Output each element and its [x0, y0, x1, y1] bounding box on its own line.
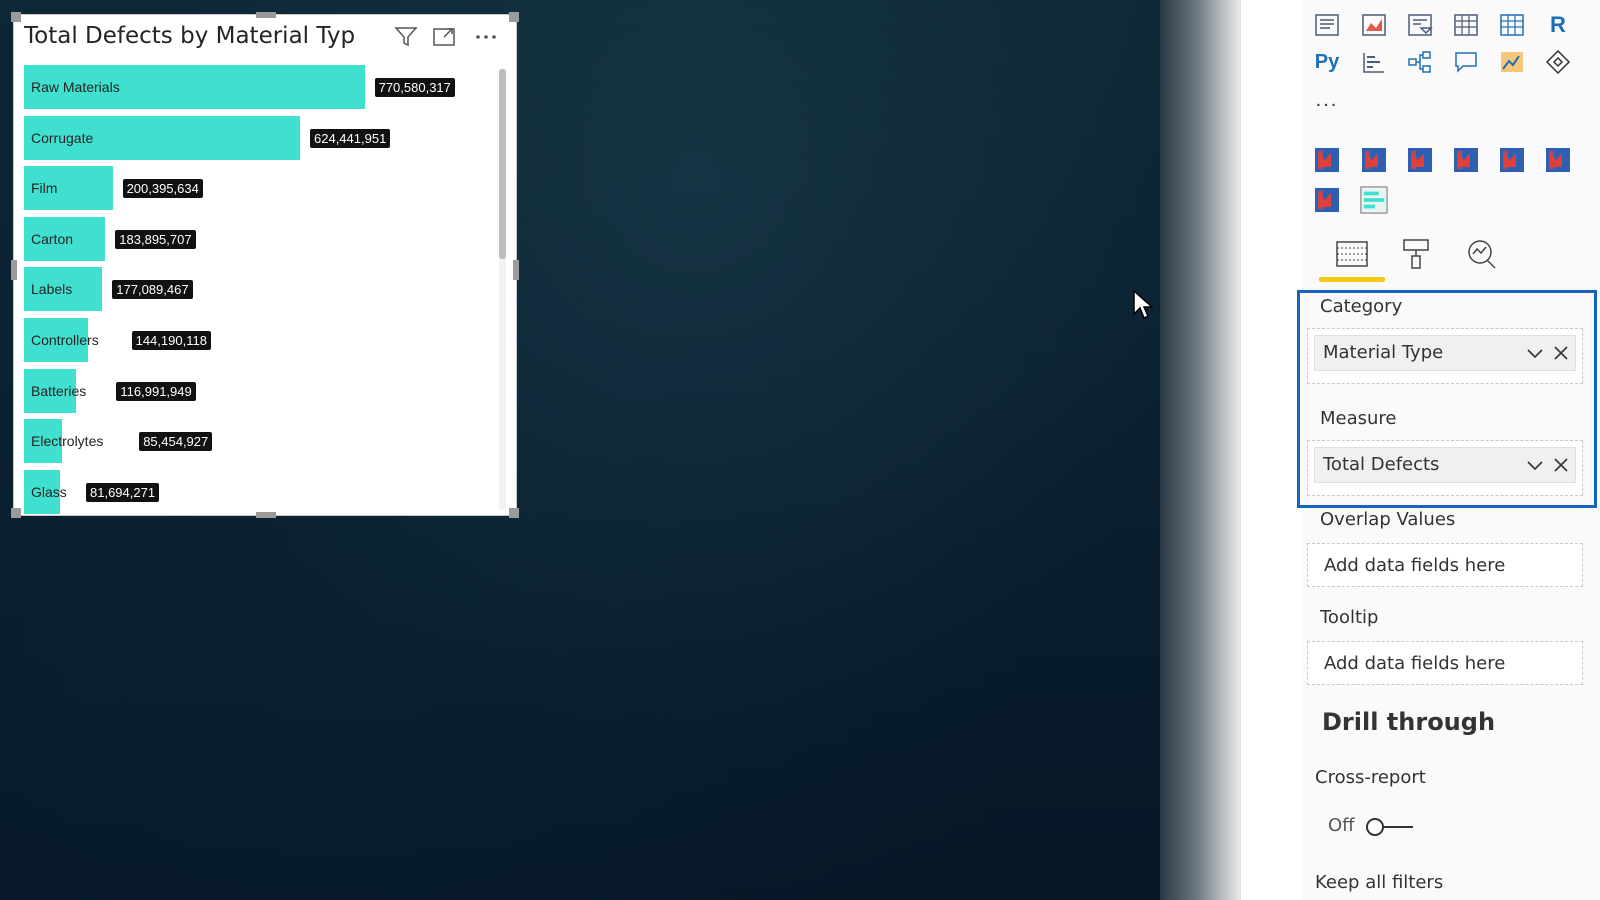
toggle-state-label: Off [1328, 815, 1355, 836]
more-visuals-label: ... [1315, 88, 1339, 111]
close-icon[interactable] [1551, 343, 1571, 363]
bar-data-label: 183,895,707 [115, 229, 196, 249]
overlap-values-label: Overlap Values [1320, 509, 1456, 530]
qa-icon[interactable] [1452, 48, 1480, 76]
measure-label: Measure [1320, 408, 1397, 429]
bar-category-label: Controllers [31, 332, 99, 348]
format-tab-icon[interactable] [1396, 234, 1436, 274]
overlap-placeholder: Add data fields here [1324, 555, 1506, 576]
custom-visual-icon[interactable] [1313, 146, 1341, 174]
matrix-icon[interactable] [1498, 11, 1526, 39]
bar-row[interactable]: Film 200,395,634 [24, 166, 494, 211]
bar-plot-area: Raw Materials 770,580,317 Corrugate 624,441… [24, 65, 494, 515]
tooltip-well[interactable]: Add data fields here [1307, 641, 1583, 685]
active-tab-indicator [1319, 277, 1385, 282]
more-options-icon[interactable] [474, 25, 498, 49]
resize-handle-top-right[interactable] [509, 12, 519, 22]
overlap-values-well[interactable]: Add data fields here [1307, 543, 1583, 587]
bar-row[interactable]: Corrugate 624,441,951 [24, 115, 494, 160]
bar-row[interactable]: Batteries 116,991,949 [24, 368, 494, 413]
custom-visual-icon[interactable] [1360, 146, 1388, 174]
bar-data-label: 624,441,951 [310, 128, 391, 148]
chevron-down-icon[interactable] [1525, 343, 1545, 363]
custom-visual-icon[interactable] [1313, 186, 1341, 214]
power-apps-icon[interactable] [1544, 48, 1572, 76]
decomposition-tree-icon[interactable] [1406, 48, 1434, 76]
bar-chart-visual[interactable]: Total Defects by Material Typ Raw Materi… [11, 12, 519, 518]
bar-chart-custom-icon[interactable] [1360, 186, 1388, 214]
bar-data-label: 116,991,949 [116, 381, 196, 401]
bar-data-label: 81,694,271 [86, 482, 160, 502]
bar-row[interactable]: Glass 81,694,271 [24, 469, 494, 514]
bar-category-label: Film [31, 180, 58, 197]
category-field-name: Material Type [1323, 342, 1444, 363]
analytics-tab-icon[interactable] [1462, 234, 1502, 274]
keep-all-filters-label: Keep all filters [1315, 872, 1444, 893]
resize-handle-top[interactable] [256, 12, 276, 18]
bar-category-label: Electrolytes [31, 433, 104, 450]
more-visuals-button[interactable]: ... [1313, 86, 1341, 114]
custom-visual-icon[interactable] [1406, 146, 1434, 174]
filter-icon[interactable] [394, 25, 418, 49]
focus-mode-icon[interactable] [432, 25, 456, 49]
cross-report-toggle[interactable] [1365, 815, 1417, 839]
resize-handle-left[interactable] [11, 260, 17, 280]
bar-row[interactable]: Controllers 144,190,118 [24, 318, 494, 362]
visual-scrollbar[interactable] [499, 69, 506, 509]
category-label: Category [1320, 296, 1403, 317]
resize-handle-right[interactable] [513, 260, 519, 280]
area-chart-icon[interactable] [1360, 11, 1388, 39]
custom-visual-icon[interactable] [1452, 146, 1480, 174]
bar-data-label: 177,089,467 [112, 280, 193, 300]
custom-visual-icon[interactable] [1544, 146, 1572, 174]
custom-visual-icon[interactable] [1498, 146, 1526, 174]
bar-data-label: 144,190,118 [131, 331, 211, 350]
bar-data-label: 770,580,317 [374, 78, 455, 97]
key-influencers-icon[interactable] [1360, 48, 1388, 76]
fields-tab-icon[interactable] [1332, 234, 1372, 274]
bar-row[interactable]: Raw Materials 770,580,317 [24, 65, 494, 109]
category-field-pill[interactable]: Material Type [1314, 335, 1576, 371]
chevron-down-icon[interactable] [1525, 455, 1545, 475]
bar-category-label: Batteries [31, 382, 87, 399]
resize-handle-top-left[interactable] [11, 12, 21, 22]
measure-field-name: Total Defects [1323, 454, 1440, 475]
r-visual-icon[interactable]: R [1544, 11, 1572, 39]
resize-handle-bottom-left[interactable] [11, 508, 21, 518]
resize-handle-bottom-right[interactable] [509, 508, 519, 518]
bar-category-label: Carton [31, 230, 74, 247]
tooltip-label: Tooltip [1320, 607, 1379, 628]
table-report-icon[interactable] [1313, 11, 1341, 39]
bar-category-label: Corrugate [31, 129, 94, 146]
cross-report-label: Cross-report [1315, 767, 1426, 788]
bar-row[interactable]: Labels 177,089,467 [24, 267, 494, 312]
slicer-icon[interactable] [1406, 11, 1434, 39]
bar-row[interactable]: Electrolytes 85,454,927 [24, 419, 494, 464]
close-icon[interactable] [1551, 455, 1571, 475]
bar-row[interactable]: Carton 183,895,707 [24, 216, 494, 261]
table-icon[interactable] [1452, 11, 1480, 39]
bar-data-label: 85,454,927 [139, 432, 213, 452]
drill-through-heading: Drill through [1322, 708, 1496, 736]
python-visual-icon[interactable]: Py [1313, 48, 1341, 76]
category-well[interactable]: Material Type [1307, 328, 1583, 384]
measure-well[interactable]: Total Defects [1307, 440, 1583, 496]
scrollbar-thumb[interactable] [499, 69, 506, 259]
visual-title: Total Defects by Material Typ [24, 23, 356, 49]
measure-field-pill[interactable]: Total Defects [1314, 447, 1576, 483]
bar-category-label: Raw Materials [31, 79, 120, 95]
tooltip-placeholder: Add data fields here [1324, 653, 1506, 674]
mouse-cursor-icon [1133, 290, 1153, 320]
bar-category-label: Glass [31, 483, 67, 500]
arcgis-map-icon[interactable] [1498, 48, 1526, 76]
bar-data-label: 200,395,634 [122, 179, 203, 199]
canvas-edge [1160, 0, 1240, 900]
bar-category-label: Labels [31, 281, 73, 298]
